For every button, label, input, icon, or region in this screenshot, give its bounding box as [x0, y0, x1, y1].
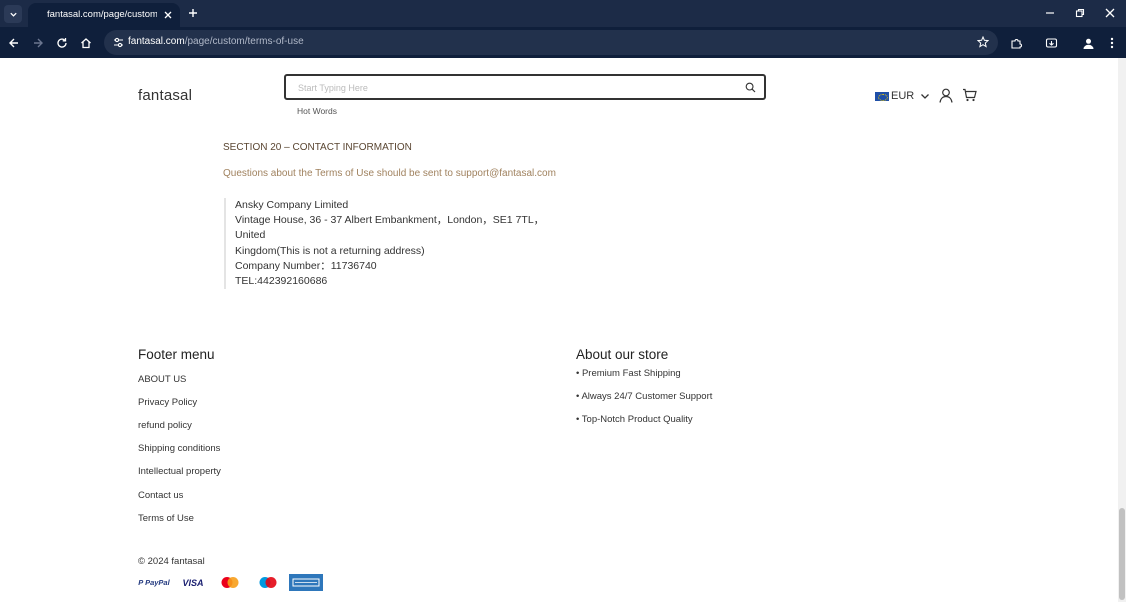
- tab-search-button[interactable]: [4, 5, 22, 23]
- address-line: Kingdom(This is not a returning address): [235, 244, 425, 257]
- footer-link-refund-policy[interactable]: refund policy: [138, 420, 192, 431]
- cart-icon: [962, 88, 977, 102]
- currency-label: EUR: [891, 90, 915, 102]
- currency-selector[interactable]: EUR: [875, 89, 931, 103]
- extensions-button[interactable]: [1007, 34, 1025, 52]
- plus-icon: [189, 9, 197, 17]
- arrow-left-icon: [9, 38, 18, 48]
- mastercard-icon: [219, 574, 241, 591]
- chevron-down-icon: [9, 12, 17, 17]
- cart-button[interactable]: [961, 87, 977, 103]
- reload-button[interactable]: [53, 34, 71, 52]
- home-icon: [81, 38, 91, 49]
- contact-text: Questions about the Terms of Use should …: [223, 168, 556, 179]
- site-logo[interactable]: fantasal: [138, 87, 192, 104]
- section-heading: SECTION 20 – CONTACT INFORMATION: [223, 142, 412, 153]
- search-icon: [745, 82, 755, 92]
- address-line: Ansky Company Limited: [235, 199, 349, 211]
- tune-icon: [113, 37, 123, 47]
- minimize-button[interactable]: [1040, 5, 1060, 21]
- hot-words-label[interactable]: Hot Words: [297, 106, 337, 116]
- close-icon: [1105, 8, 1115, 18]
- american-express-icon: [289, 574, 323, 591]
- browser-tabstrip: fantasal.com/page/custom/terms-of-use: [0, 0, 1126, 27]
- store-feature: • Always 24/7 Customer Support: [576, 391, 713, 402]
- site-info-button[interactable]: [111, 35, 125, 49]
- more-vertical-icon: [1110, 37, 1114, 49]
- home-button[interactable]: [77, 34, 95, 52]
- profile-button[interactable]: [1079, 34, 1097, 52]
- maestro-icon: [257, 574, 279, 591]
- footer-link-about-us[interactable]: ABOUT US: [138, 374, 186, 385]
- eu-flag-icon: [875, 91, 889, 101]
- address-line: Vintage House, 36 - 37 Albert Embankment…: [235, 214, 545, 242]
- install-app-button[interactable]: [1042, 34, 1060, 52]
- url-path: /page/custom/terms-of-use: [184, 36, 304, 47]
- scrollbar-thumb[interactable]: [1119, 508, 1125, 600]
- window-close-button[interactable]: [1100, 5, 1120, 21]
- visa-icon: VISA: [180, 574, 206, 591]
- paypal-icon: P PayPal: [138, 574, 170, 591]
- minimize-icon: [1046, 12, 1054, 14]
- browser-menu-button[interactable]: [1103, 34, 1121, 52]
- install-icon: [1045, 37, 1057, 48]
- footer-link-shipping-conditions[interactable]: Shipping conditions: [138, 443, 220, 454]
- account-button[interactable]: [938, 87, 954, 103]
- search-button[interactable]: [744, 81, 756, 93]
- user-icon: [939, 88, 953, 103]
- address-line: Company Number：11736740: [235, 259, 377, 272]
- footer-menu-title: Footer menu: [138, 347, 215, 362]
- close-icon: [164, 11, 172, 19]
- new-tab-button[interactable]: [185, 5, 201, 21]
- paypal-wordmark: P PayPal: [138, 578, 170, 587]
- footer-link-intellectual-property[interactable]: Intellectual property: [138, 466, 221, 477]
- bookmark-button[interactable]: [976, 35, 990, 49]
- tab-title: fantasal.com/page/custom/terms-of-use: [47, 9, 157, 20]
- footer-link-terms-of-use[interactable]: Terms of Use: [138, 513, 194, 524]
- vertical-scrollbar[interactable]: [1118, 58, 1126, 602]
- address-line: TEL:442392160686: [235, 275, 328, 288]
- browser-toolbar: fantasal.com/page/custom/terms-of-use: [0, 27, 1126, 58]
- visa-wordmark: VISA: [182, 577, 204, 588]
- about-store-title: About our store: [576, 347, 669, 362]
- store-feature: • Top-Notch Product Quality: [576, 414, 693, 425]
- restore-icon: [1075, 8, 1085, 18]
- store-feature: • Premium Fast Shipping: [576, 368, 681, 379]
- search-box: [284, 74, 766, 100]
- reload-icon: [57, 38, 67, 48]
- tab-close-button[interactable]: [160, 7, 176, 23]
- puzzle-icon: [1010, 38, 1022, 49]
- url-host: fantasal.com: [128, 36, 185, 47]
- arrow-right-icon: [34, 38, 43, 48]
- person-icon: [1083, 38, 1093, 49]
- browser-tab-active[interactable]: fantasal.com/page/custom/terms-of-use: [28, 3, 180, 27]
- url-text: fantasal.com/page/custom/terms-of-use: [128, 36, 304, 47]
- copyright-text: © 2024 fantasal: [138, 556, 205, 567]
- footer-link-privacy-policy[interactable]: Privacy Policy: [138, 397, 197, 408]
- address-blockquote: Ansky Company Limited Vintage House, 36 …: [224, 198, 564, 290]
- search-input[interactable]: [298, 79, 728, 96]
- forward-button[interactable]: [29, 34, 47, 52]
- back-button[interactable]: [5, 34, 23, 52]
- footer-link-contact-us[interactable]: Contact us: [138, 490, 183, 501]
- chevron-down-icon: [921, 94, 930, 99]
- page-viewport: fantasal Hot Words EUR SECTION 20 – CONT…: [0, 58, 1118, 602]
- star-icon: [977, 36, 989, 48]
- address-bar[interactable]: fantasal.com/page/custom/terms-of-use: [104, 30, 998, 55]
- restore-button[interactable]: [1070, 5, 1090, 21]
